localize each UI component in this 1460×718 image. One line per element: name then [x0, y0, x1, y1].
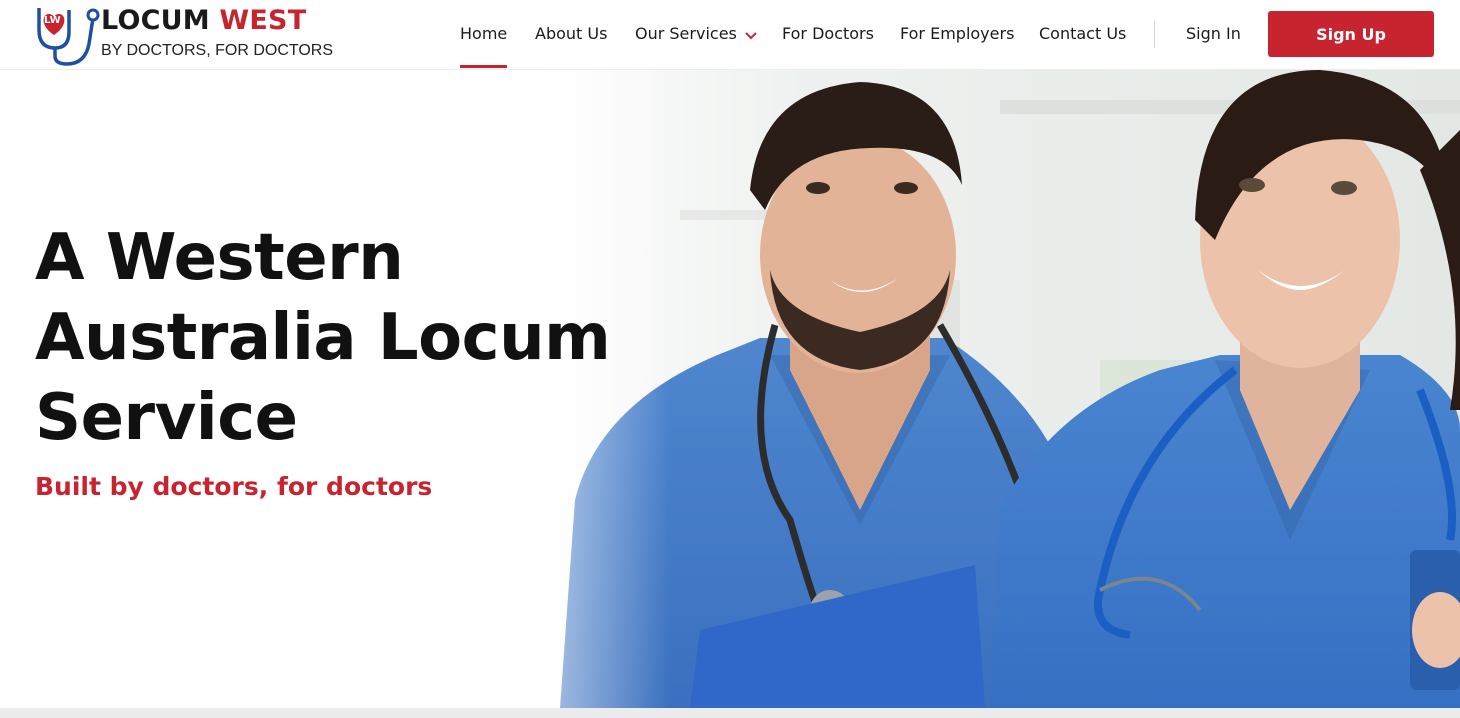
nav-our-services[interactable]: Our Services: [635, 22, 757, 48]
logo-word-locum: LOCUM: [101, 5, 210, 36]
chevron-down-icon: [745, 23, 757, 47]
nav-for-doctors[interactable]: For Doctors: [782, 22, 874, 48]
sign-in-link[interactable]: Sign In: [1186, 22, 1241, 48]
hero-title-line-1: A Western: [35, 221, 404, 295]
nav-about-us[interactable]: About Us: [535, 22, 607, 48]
logo-wordmark: LOCUM WEST: [101, 6, 306, 36]
logo-tagline: BY DOCTORS, FOR DOCTORS: [101, 42, 334, 59]
page-bottom-strip: [0, 708, 1460, 718]
logo-word-west: WEST: [219, 5, 307, 36]
nav-contact-us[interactable]: Contact Us: [1039, 22, 1126, 48]
hero-title: A Western Australia Locum Service: [35, 218, 635, 458]
nav-for-employers[interactable]: For Employers: [900, 22, 1014, 48]
site-header: LW LOCUM WEST BY DOCTORS, FOR DOCTORS Ho…: [0, 0, 1460, 70]
hero-section: A Western Australia Locum Service Built …: [0, 70, 1460, 708]
hero-subtitle: Built by doctors, for doctors: [35, 472, 433, 501]
hero-title-line-3: Service: [35, 381, 298, 455]
logo-badge-text: LW: [44, 15, 61, 26]
hero-title-line-2: Australia Locum: [35, 301, 611, 375]
nav-divider: [1154, 21, 1155, 48]
nav-our-services-label: Our Services: [635, 24, 737, 43]
sign-up-button[interactable]: Sign Up: [1268, 11, 1434, 57]
nav-home[interactable]: Home: [460, 22, 508, 68]
